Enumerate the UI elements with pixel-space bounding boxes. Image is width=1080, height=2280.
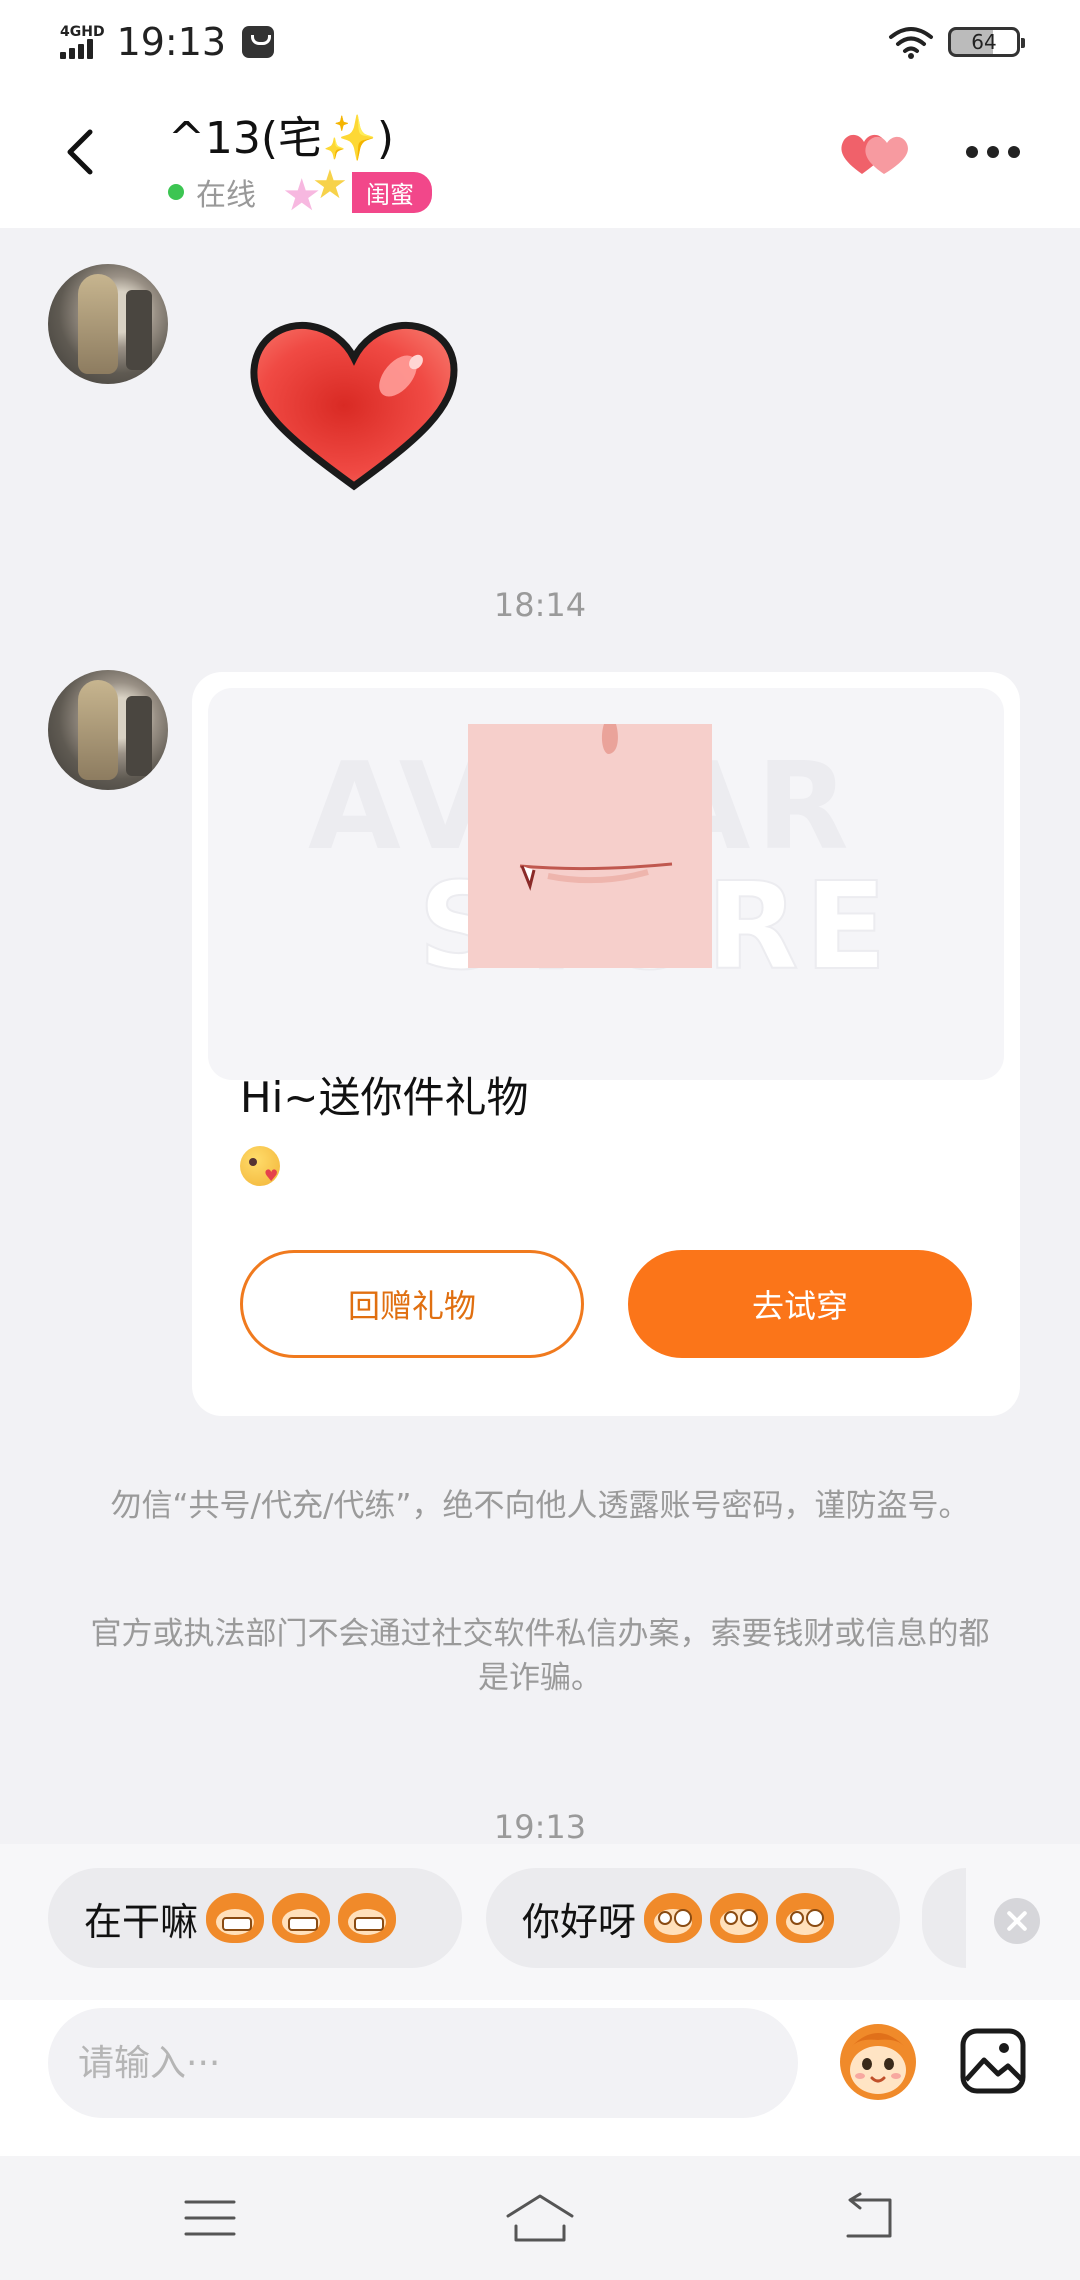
- system-nav-bar: [0, 2156, 1080, 2280]
- online-status: 在线: [196, 178, 256, 213]
- quick-reply-text: 你好呀: [522, 1899, 637, 1944]
- monkey-grin-icon: [272, 1893, 331, 1943]
- try-on-button[interactable]: 去试穿: [628, 1250, 972, 1358]
- peer-name-text: ^13(宅: [168, 113, 323, 164]
- message-time: 18:14: [493, 586, 587, 624]
- chat-header: ^13(宅✨) 在线 ★ ★ 闺蜜: [0, 84, 1080, 228]
- battery-indicator: 64: [948, 27, 1025, 57]
- peer-status-row: 在线 ★ ★ 闺蜜: [168, 162, 432, 221]
- monkey-emoji-button-icon[interactable]: [834, 2016, 922, 2104]
- peer-name[interactable]: ^13(宅✨): [168, 102, 394, 166]
- status-bar: 4GHD 19:13 64: [0, 0, 1080, 84]
- battery-level: 64: [971, 30, 997, 54]
- wifi-icon: [889, 27, 933, 59]
- message-time: 19:13: [493, 1808, 587, 1846]
- close-quick-replies-icon[interactable]: [994, 1898, 1040, 1944]
- shopping-bag-icon: [242, 26, 275, 58]
- menu-icon[interactable]: [184, 2198, 236, 2238]
- quick-reply-chip[interactable]: 你好呀: [486, 1868, 900, 1968]
- relationship-tag[interactable]: ★ ★ 闺蜜: [282, 162, 432, 221]
- relationship-tag-label: 闺蜜: [352, 171, 432, 213]
- gift-title: Hi~送你件礼物: [240, 1073, 529, 1122]
- peer-avatar[interactable]: [48, 670, 168, 790]
- monkey-blush-icon: [776, 1893, 835, 1943]
- kiss-emoji-icon: [240, 1146, 280, 1186]
- monkey-grin-icon: [338, 1893, 397, 1943]
- quick-reply-text: 在干嘛: [84, 1899, 199, 1944]
- stars-icon: ★ ★: [282, 162, 348, 221]
- network-label: 4GHD: [60, 24, 105, 40]
- peer-avatar[interactable]: [48, 264, 168, 384]
- status-time: 19:13: [116, 20, 227, 64]
- image-picker-icon[interactable]: [958, 2026, 1028, 2096]
- monkey-grin-icon: [206, 1893, 265, 1943]
- more-options-icon[interactable]: [966, 146, 1020, 158]
- hearts-icon[interactable]: [838, 128, 912, 178]
- security-notice: 勿信“共号/代充/代练”，绝不向他人透露账号密码，谨防盗号。: [110, 1488, 970, 1524]
- gift-item-image[interactable]: [468, 724, 712, 968]
- peer-name-close: ): [376, 113, 394, 164]
- signal-indicator: 4GHD: [60, 25, 105, 59]
- sparkle-emoji: ✨: [322, 113, 377, 164]
- signal-bars-icon: [60, 39, 93, 59]
- fraud-notice: 官方或执法部门不会通过社交软件私信办案，索要钱财或信息的都是诈骗。: [90, 1616, 990, 1696]
- quick-reply-chip[interactable]: 在干嘛: [48, 1868, 462, 1968]
- online-dot-icon: [168, 184, 184, 200]
- monkey-blush-icon: [710, 1893, 769, 1943]
- heart-sticker: [250, 321, 458, 491]
- back-arrow-icon[interactable]: [52, 122, 112, 182]
- monkey-blush-icon: [644, 1893, 703, 1943]
- input-bar: [0, 2000, 1080, 2156]
- return-gift-button[interactable]: 回赠礼物: [240, 1250, 584, 1358]
- back-nav-icon[interactable]: [840, 2192, 896, 2242]
- quick-reply-bar: 在干嘛 你好呀: [0, 1844, 1080, 2000]
- message-input[interactable]: [48, 2008, 798, 2118]
- home-icon[interactable]: [504, 2192, 576, 2244]
